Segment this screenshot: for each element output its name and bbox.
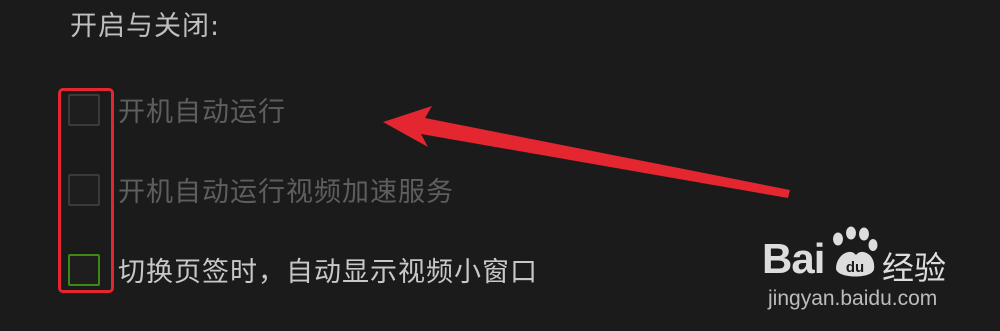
baidu-paw-icon: du [833, 226, 878, 277]
watermark-cn: 经验 [882, 249, 947, 287]
baidu-jingyan-watermark: Bai du 经验 jingyan.baidu.com [762, 225, 992, 325]
watermark-url: jingyan.baidu.com [768, 287, 938, 310]
watermark-brand: Bai [762, 235, 825, 282]
svg-text:du: du [846, 259, 864, 276]
